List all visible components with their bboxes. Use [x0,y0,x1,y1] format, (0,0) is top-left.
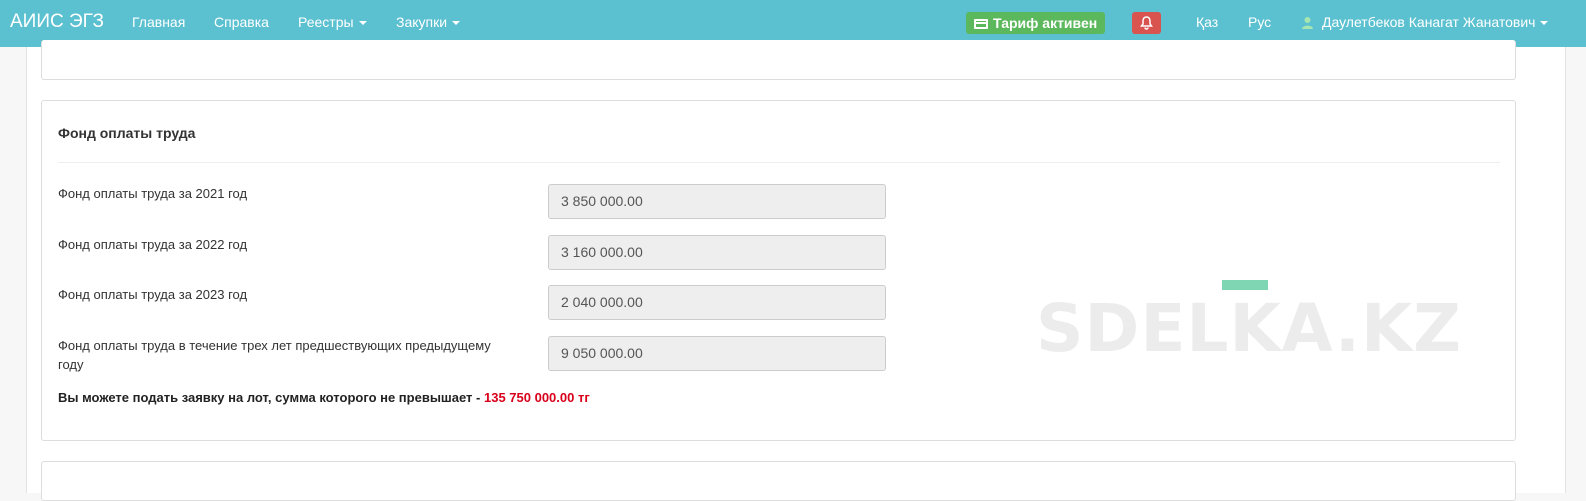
payroll-panel-title: Фонд оплаты труда [58,125,196,141]
tariff-status-badge[interactable]: Тариф активен [966,12,1106,34]
credit-card-icon [974,19,988,29]
next-panel [41,461,1516,501]
watermark-accent [1222,280,1268,290]
nav-home[interactable]: Главная [132,14,185,30]
payroll-2023-field: 2 040 000.00 [548,285,886,320]
nav-purchases-dropdown[interactable]: Закупки [396,14,461,30]
bell-icon [1140,16,1153,30]
bid-limit-amount: 135 750 000.00 тг [483,390,590,405]
nav-registries-label: Реестры [298,14,354,30]
user-menu-dropdown[interactable]: Даулетбеков Канагат Жанатович [1301,14,1549,30]
chevron-down-icon [452,21,461,26]
user-name: Даулетбеков Канагат Жанатович [1322,14,1536,30]
nav-registries-dropdown[interactable]: Реестры [298,14,367,30]
payroll-three-years-field: 9 050 000.00 [548,336,886,371]
payroll-2022-field: 3 160 000.00 [548,235,886,270]
chevron-down-icon [358,21,367,26]
payroll-2021-label: Фонд оплаты труда за 2021 год [58,186,248,201]
watermark-logo: SDELKA.KZ [1036,290,1462,367]
payroll-three-years-label: Фонд оплаты труда в течение трех лет пре… [58,338,491,372]
panel-divider [58,162,1500,163]
nav-help[interactable]: Справка [214,14,269,30]
payroll-2022-label: Фонд оплаты труда за 2022 год [58,237,248,252]
user-icon [1302,17,1313,29]
bid-limit-text: Вы можете подать заявку на лот, сумма ко… [58,390,484,405]
tariff-label: Тариф активен [993,15,1098,31]
bid-limit-notice: Вы можете подать заявку на лот, сумма ко… [58,390,590,405]
previous-panel [41,40,1516,80]
nav-purchases-label: Закупки [396,14,448,30]
lang-ru-link[interactable]: Рус [1248,14,1271,30]
payroll-2023-label: Фонд оплаты труда за 2023 год [58,287,248,302]
lang-kz-link[interactable]: Қаз [1196,14,1218,30]
brand-logo[interactable]: АИИС ЭГЗ [10,11,104,33]
payroll-2021-field: 3 850 000.00 [548,184,886,219]
notifications-button[interactable] [1132,12,1161,34]
chevron-down-icon [1540,21,1549,26]
